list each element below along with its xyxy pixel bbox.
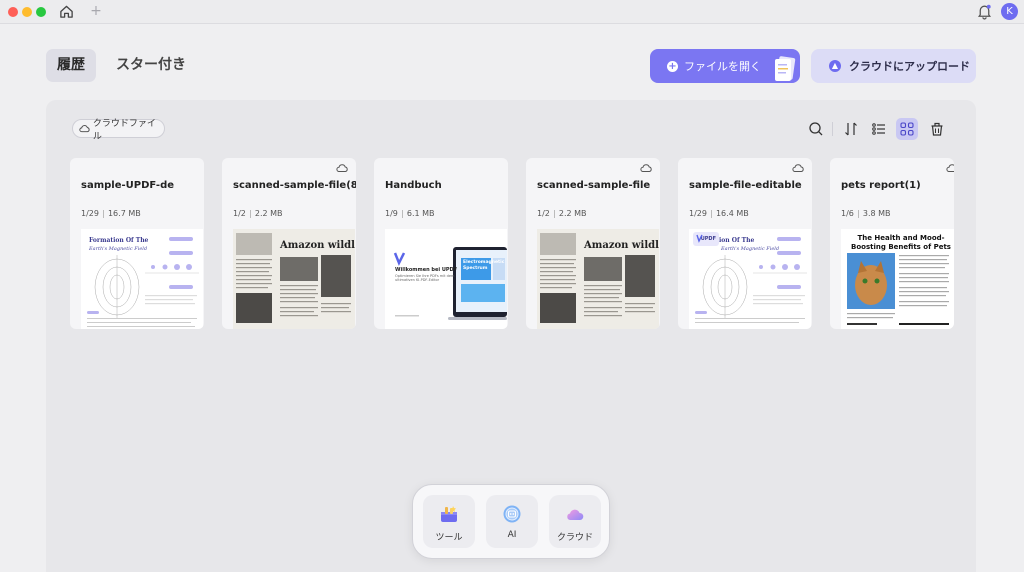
cloud-icon — [640, 164, 652, 172]
file-size: 3.8 MB — [862, 209, 891, 218]
file-size: 6.1 MB — [406, 209, 435, 218]
plus-circle-icon: + — [667, 60, 678, 72]
file-meta: 1/29 16.7 MB — [81, 209, 141, 218]
file-meta: 1/29 16.4 MB — [689, 209, 749, 218]
file-card[interactable]: sample-file-editable 1/29 16.4 MB ion Of … — [678, 158, 812, 329]
home-icon[interactable] — [58, 3, 75, 20]
page-count: 1/6 — [841, 209, 854, 218]
file-name: scanned-sample-file(8) — [233, 180, 356, 191]
file-thumbnail: Amazon wildlife — [233, 229, 355, 329]
document-stack-icon — [775, 56, 796, 81]
newspaper-layout — [540, 233, 655, 323]
page-count: 1/9 — [385, 209, 398, 218]
dock-tools-label: ツール — [435, 533, 463, 543]
title-bar: + K — [0, 0, 1024, 24]
file-size: 2.2 MB — [558, 209, 587, 218]
open-file-label: ファイルを開く — [684, 60, 761, 73]
file-thumbnail: Formation Of The Earth's Magnetic Field — [81, 229, 203, 329]
minimize-window-button[interactable] — [22, 7, 32, 17]
file-card[interactable]: Handbuch 1/9 6.1 MB Willkommen bei UPDF O… — [374, 158, 508, 329]
bell-icon[interactable] — [976, 3, 993, 20]
open-file-button[interactable]: + ファイルを開く — [650, 49, 800, 83]
tab-history[interactable]: 履歴 — [46, 49, 96, 82]
file-meta: 1/2 2.2 MB — [537, 209, 587, 218]
dock-cloud-button[interactable]: クラウド — [549, 495, 601, 548]
cloud-files-filter[interactable]: クラウドファイル — [72, 119, 165, 142]
pet-photo-layout — [847, 253, 949, 325]
file-thumbnail: Willkommen bei UPDF Optimieren Sie Ihre … — [385, 229, 507, 329]
file-size: 2.2 MB — [254, 209, 283, 218]
user-avatar[interactable]: K — [1001, 3, 1018, 20]
sort-icon[interactable] — [840, 118, 862, 140]
thumb-subtitle: Optimieren Sie Ihre PDFs mit dem ultimat… — [395, 274, 455, 282]
file-card[interactable]: scanned-sample-file 1/2 2.2 MB Amazon wil… — [526, 158, 660, 329]
trash-icon[interactable] — [926, 118, 948, 140]
thumb-title: Willkommen bei UPDF — [395, 267, 458, 273]
file-meta: 1/6 3.8 MB — [841, 209, 891, 218]
ai-assistant-icon — [503, 505, 521, 523]
bottom-dock: ツール AI クラウド — [412, 484, 610, 559]
page-count: 1/2 — [233, 209, 246, 218]
list-view-icon[interactable] — [868, 118, 890, 140]
page-count: 1/29 — [689, 209, 707, 218]
file-meta: 1/9 6.1 MB — [385, 209, 435, 218]
dock-ai-button[interactable]: AI — [486, 495, 538, 548]
file-name: scanned-sample-file — [537, 180, 651, 191]
file-thumbnail: Amazon wildlife — [537, 229, 659, 329]
grid-view-icon[interactable] — [896, 118, 918, 140]
page-count: 1/2 — [537, 209, 550, 218]
file-name: pets report(1) — [841, 180, 921, 191]
cloud-icon — [336, 164, 348, 172]
close-window-button[interactable] — [8, 7, 18, 17]
cloud-icon — [567, 509, 584, 520]
cloud-icon — [946, 164, 954, 172]
thumb-screen-title: Electromagnetic Spectrum — [463, 260, 505, 271]
toolbar-divider — [832, 122, 833, 136]
new-tab-button[interactable]: + — [89, 2, 103, 20]
toolbox-icon — [441, 506, 457, 522]
cloud-icon — [79, 125, 90, 133]
file-card[interactable]: sample-UPDF-de 1/29 16.7 MB Formation Of … — [70, 158, 204, 329]
upload-cloud-label: クラウドにアップロード — [849, 60, 970, 73]
newspaper-layout — [236, 233, 351, 323]
magnetic-field-diagram — [695, 234, 807, 323]
cloud-icon — [792, 164, 804, 172]
zoom-window-button[interactable] — [36, 7, 46, 17]
file-card[interactable]: scanned-sample-file(8) 1/2 2.2 MB Amazon … — [222, 158, 356, 329]
upload-arrow-icon: ▲ — [829, 60, 841, 72]
magnetic-field-diagram — [87, 237, 199, 327]
file-meta: 1/2 2.2 MB — [233, 209, 283, 218]
dock-cloud-label: クラウド — [556, 533, 593, 543]
file-size: 16.7 MB — [107, 209, 141, 218]
upload-cloud-button[interactable]: ▲ クラウドにアップロード — [811, 49, 976, 83]
file-card[interactable]: pets report(1) 1/6 3.8 MB The Health and … — [830, 158, 954, 329]
tab-starred[interactable]: スター付き — [106, 49, 196, 82]
file-thumbnail: ion Of The Earth's Magnetic Field UPDF — [689, 229, 811, 329]
dock-ai-label: AI — [507, 530, 517, 540]
page-count: 1/29 — [81, 209, 99, 218]
file-thumbnail: The Health and Mood-Boosting Benefits of… — [841, 229, 954, 329]
dock-tools-button[interactable]: ツール — [423, 495, 475, 548]
file-name: sample-file-editable — [689, 180, 802, 191]
cloud-files-label: クラウドファイル — [92, 118, 156, 142]
search-icon[interactable] — [805, 118, 827, 140]
file-size: 16.4 MB — [715, 209, 749, 218]
file-name: sample-UPDF-de — [81, 180, 175, 191]
file-name: Handbuch — [385, 180, 442, 191]
